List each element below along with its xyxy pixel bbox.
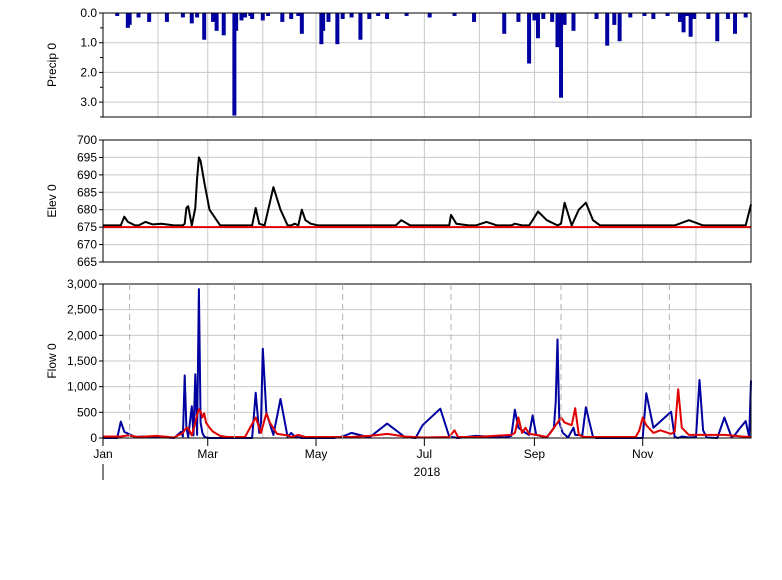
precip-bar: [681, 13, 686, 33]
precip-bar: [385, 13, 390, 19]
flow-ylabel: Flow 0: [45, 343, 59, 379]
precip-bar: [502, 13, 507, 34]
precip-ytick-label: 0.0: [80, 6, 97, 20]
precip-bar: [715, 13, 720, 42]
precip-bar: [535, 13, 540, 39]
precip-bar: [180, 13, 185, 18]
precip-bar: [555, 13, 560, 48]
precip-bar: [326, 13, 331, 22]
elev-ytick-label: 695: [77, 150, 97, 164]
precip-bar: [280, 13, 285, 22]
x-tick-label: May: [305, 447, 328, 461]
precip-bar: [594, 13, 599, 19]
precip-bar: [527, 13, 532, 64]
precip-bar: [239, 13, 244, 21]
flow-ytick-label: 1,500: [67, 354, 97, 368]
precip-ylabel: Precip 0: [45, 43, 59, 87]
x-tick-label: Mar: [197, 447, 218, 461]
precip-bar: [349, 13, 354, 18]
precip-bar: [234, 13, 239, 31]
precip-bar: [688, 13, 693, 37]
elev-series-0-line: [103, 156, 752, 227]
precip-ytick-label: 3.0: [80, 95, 97, 109]
time-series-chart: 0.0 1.0 2.0 3.0 Precip 0 665 670 675 680 685 690 69…: [45, 6, 752, 480]
precip-bar: [189, 13, 194, 24]
x-tick-label: Jan: [93, 447, 112, 461]
precip-bar: [628, 13, 633, 18]
precip-bar: [299, 13, 304, 34]
precip-panel: 0.0 1.0 2.0 3.0 Precip 0: [45, 6, 752, 118]
elev-ytick-label: 690: [77, 168, 97, 182]
precip-bar: [136, 13, 141, 18]
precip-bar: [651, 13, 656, 19]
x-tick-label: Jul: [417, 447, 432, 461]
precip-bar: [221, 13, 226, 36]
precip-bar: [358, 13, 363, 40]
precip-bar: [692, 13, 697, 19]
precip-bar: [214, 13, 219, 31]
precip-ytick-label: 1.0: [80, 36, 97, 50]
elev-ytick-label: 665: [77, 255, 97, 269]
precip-bar: [612, 13, 617, 25]
precip-bar: [532, 13, 537, 21]
precip-bar: [367, 13, 372, 19]
flow-ytick-label: 500: [77, 405, 97, 419]
x-tick-label: Sep: [524, 447, 546, 461]
flow-panel: 0 500 1,000 1,500 2,000 2,500 3,000 Flow 0 Jan Ma…: [45, 277, 752, 480]
elev-ylabel: Elev 0: [45, 184, 59, 218]
precip-bar: [250, 13, 255, 19]
elev-panel: 665 670 675 680 685 690 695 700 Elev 0: [45, 133, 752, 269]
flow-ytick-label: 2,000: [67, 328, 97, 342]
precip-bar: [340, 13, 345, 19]
precip-bar: [472, 13, 477, 22]
precip-bar: [617, 13, 622, 42]
flow-ytick-label: 2,500: [67, 303, 97, 317]
precip-bar: [195, 13, 200, 18]
precip-bar: [562, 13, 567, 25]
precip-bar: [164, 13, 169, 22]
precip-frame: [102, 12, 752, 118]
elev-ytick-label: 680: [77, 203, 97, 217]
precip-bar: [706, 13, 711, 19]
precip-bar: [743, 13, 748, 18]
flow-series-0-line: [103, 288, 752, 439]
precip-bar: [321, 13, 326, 31]
precip-bar: [605, 13, 610, 46]
precip-bar: [127, 13, 132, 25]
precip-bar: [550, 13, 555, 22]
precip-bar: [427, 13, 432, 18]
flow-ytick-label: 0: [90, 431, 97, 445]
x-tick-label: Nov: [632, 447, 653, 461]
precip-bar: [516, 13, 521, 22]
precip-bar: [202, 13, 207, 40]
precip-bar: [260, 13, 265, 21]
flow-ytick-label: 3,000: [67, 277, 97, 291]
precip-bar: [733, 13, 738, 34]
precip-bar: [571, 13, 576, 31]
precip-bar: [677, 13, 682, 22]
flow-ytick-label: 1,000: [67, 380, 97, 394]
elev-ytick-label: 685: [77, 185, 97, 199]
precip-bar: [289, 13, 294, 19]
precip-bar: [541, 13, 546, 19]
elev-ytick-label: 700: [77, 133, 97, 147]
elev-ytick-label: 670: [77, 238, 97, 252]
precip-bar: [335, 13, 340, 45]
precip-bar: [211, 13, 216, 22]
precip-bar: [243, 13, 248, 18]
precip-bar: [559, 13, 564, 98]
x-axis-year-label: 2018: [414, 465, 441, 479]
precip-bar: [147, 13, 152, 22]
precip-bar: [725, 13, 730, 19]
elev-ytick-label: 675: [77, 220, 97, 234]
precip-ytick-label: 2.0: [80, 65, 97, 79]
